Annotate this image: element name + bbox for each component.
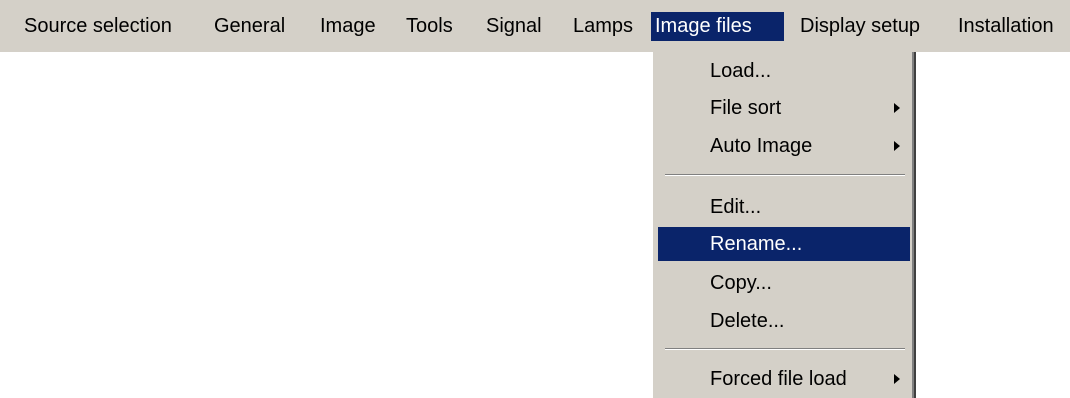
menu-item-label: Rename... [710,233,803,255]
menu-item-label: Delete... [710,310,785,332]
menu-display-setup[interactable]: Display setup [796,12,924,41]
menu-item-copy[interactable]: Copy... [658,266,910,300]
menu-general[interactable]: General [210,12,289,41]
menu-tools[interactable]: Tools [402,12,457,41]
image-files-dropdown: Load... File sort Auto Image Edit... Ren… [651,52,916,398]
menu-item-delete[interactable]: Delete... [658,304,910,338]
menu-lamps[interactable]: Lamps [569,12,637,41]
menu-separator [665,348,905,350]
menu-item-auto-image[interactable]: Auto Image [658,129,910,163]
menubar: Source selection General Image Tools Sig… [0,0,1070,52]
menu-item-forced-file-load[interactable]: Forced file load [658,362,910,396]
menu-image[interactable]: Image [316,12,380,41]
menu-image-files[interactable]: Image files [651,12,784,41]
menu-installation[interactable]: Installation [954,12,1058,41]
application-window: Source selection General Image Tools Sig… [0,0,1070,398]
menu-item-label: File sort [710,97,782,119]
menu-item-label: Load... [710,60,772,82]
menu-item-rename[interactable]: Rename... [658,227,910,261]
menu-source-selection[interactable]: Source selection [20,12,176,41]
triangle-right-icon [894,141,900,151]
menu-item-label: Auto Image [710,135,813,157]
menu-item-edit[interactable]: Edit... [658,190,910,224]
triangle-right-icon [894,374,900,384]
menu-item-file-sort[interactable]: File sort [658,91,910,125]
menu-item-label: Forced file load [710,368,847,390]
menu-item-label: Copy... [710,272,772,294]
triangle-right-icon [894,103,900,113]
menu-item-label: Edit... [710,196,762,218]
menu-item-load[interactable]: Load... [658,54,910,88]
menu-signal[interactable]: Signal [482,12,546,41]
menu-separator [665,174,905,176]
